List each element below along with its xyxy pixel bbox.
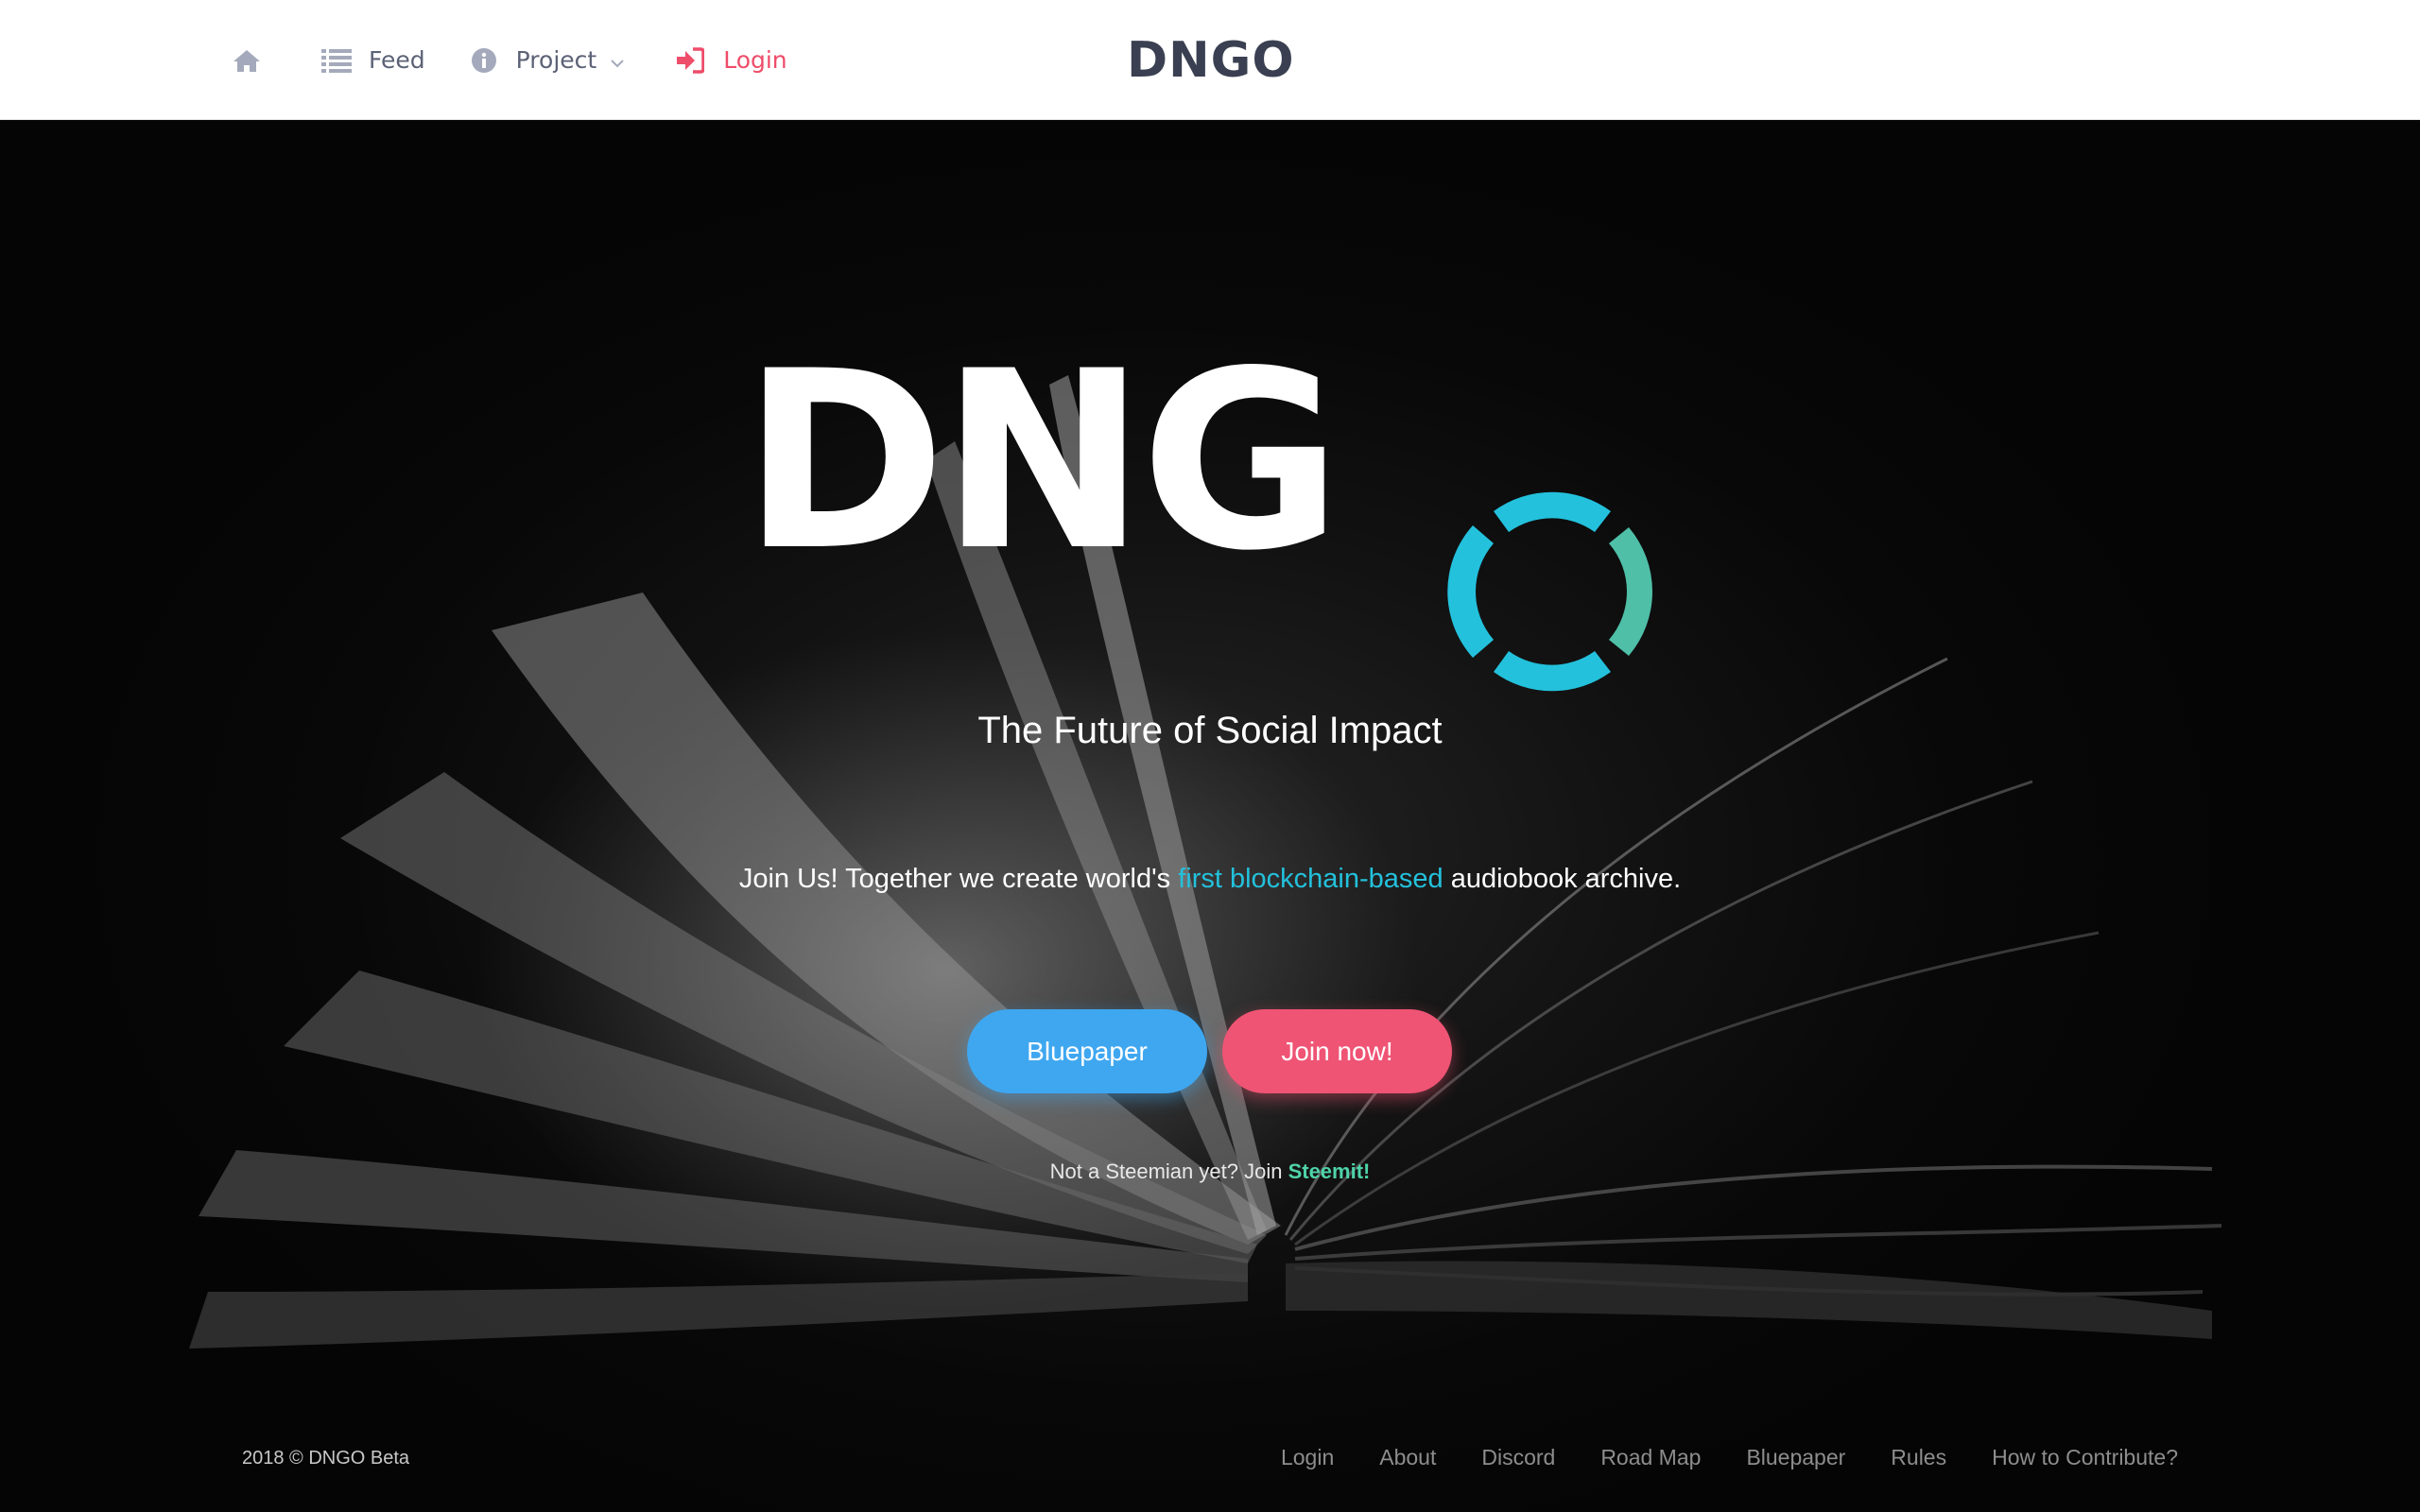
nav-feed-link[interactable]: Feed bbox=[321, 46, 425, 74]
steemit-note-text: Not a Steemian yet? Join bbox=[1049, 1160, 1288, 1183]
hero-section: DNG The Future of Social Impact Join Us!… bbox=[0, 120, 2420, 1512]
footer-link-bluepaper[interactable]: Bluepaper bbox=[1746, 1445, 1845, 1470]
intro-text-highlight: first blockchain-based bbox=[1178, 864, 1443, 894]
footer-link-how-to-contribute[interactable]: How to Contribute? bbox=[1992, 1445, 2178, 1470]
nav-login-link[interactable]: Login bbox=[676, 46, 787, 74]
footer-link-about[interactable]: About bbox=[1379, 1445, 1436, 1470]
info-circle-icon bbox=[471, 47, 497, 74]
nav-project-dropdown[interactable]: Project bbox=[471, 46, 626, 74]
sign-in-icon bbox=[676, 46, 705, 74]
intro-text-suffix: audiobook archive. bbox=[1443, 864, 1682, 894]
footer-link-discord[interactable]: Discord bbox=[1481, 1445, 1555, 1470]
nav-login-label: Login bbox=[723, 46, 787, 74]
footer-link-rules[interactable]: Rules bbox=[1891, 1445, 1946, 1470]
hero-cta-buttons: Bluepaper Join now! bbox=[967, 1009, 1452, 1093]
steemit-note: Not a Steemian yet? Join Steemit! bbox=[0, 1160, 2420, 1184]
bluepaper-button[interactable]: Bluepaper bbox=[967, 1009, 1207, 1093]
home-icon bbox=[233, 48, 261, 73]
footer-link-login[interactable]: Login bbox=[1281, 1445, 1334, 1470]
chevron-down-icon bbox=[610, 46, 625, 74]
header-logo-text: DNGO bbox=[1127, 32, 1295, 89]
logo-ring-icon bbox=[1447, 491, 1652, 692]
footer-nav: Login About Discord Road Map Bluepaper R… bbox=[1236, 1445, 2178, 1470]
list-icon bbox=[321, 48, 352, 73]
hero-intro-text: Join Us! Together we create world's firs… bbox=[0, 864, 2420, 895]
hero-tagline: The Future of Social Impact bbox=[977, 710, 1443, 751]
steemit-link[interactable]: Steemit! bbox=[1288, 1160, 1371, 1183]
footer-link-road-map[interactable]: Road Map bbox=[1600, 1445, 1701, 1470]
nav-home-link[interactable] bbox=[233, 48, 261, 73]
nav-feed-label: Feed bbox=[369, 46, 425, 74]
join-now-button[interactable]: Join now! bbox=[1222, 1009, 1452, 1093]
intro-text-prefix: Join Us! Together we create world's bbox=[738, 864, 1179, 894]
hero-logo-text: DNG bbox=[742, 319, 1342, 605]
top-navbar: Feed Project Login DNGO bbox=[0, 0, 2420, 120]
main-nav: Feed Project Login bbox=[233, 0, 787, 120]
header-logo[interactable]: DNGO bbox=[1127, 32, 1295, 89]
nav-project-label: Project bbox=[515, 46, 597, 74]
footer-copyright: 2018 © DNGO Beta bbox=[242, 1448, 410, 1469]
